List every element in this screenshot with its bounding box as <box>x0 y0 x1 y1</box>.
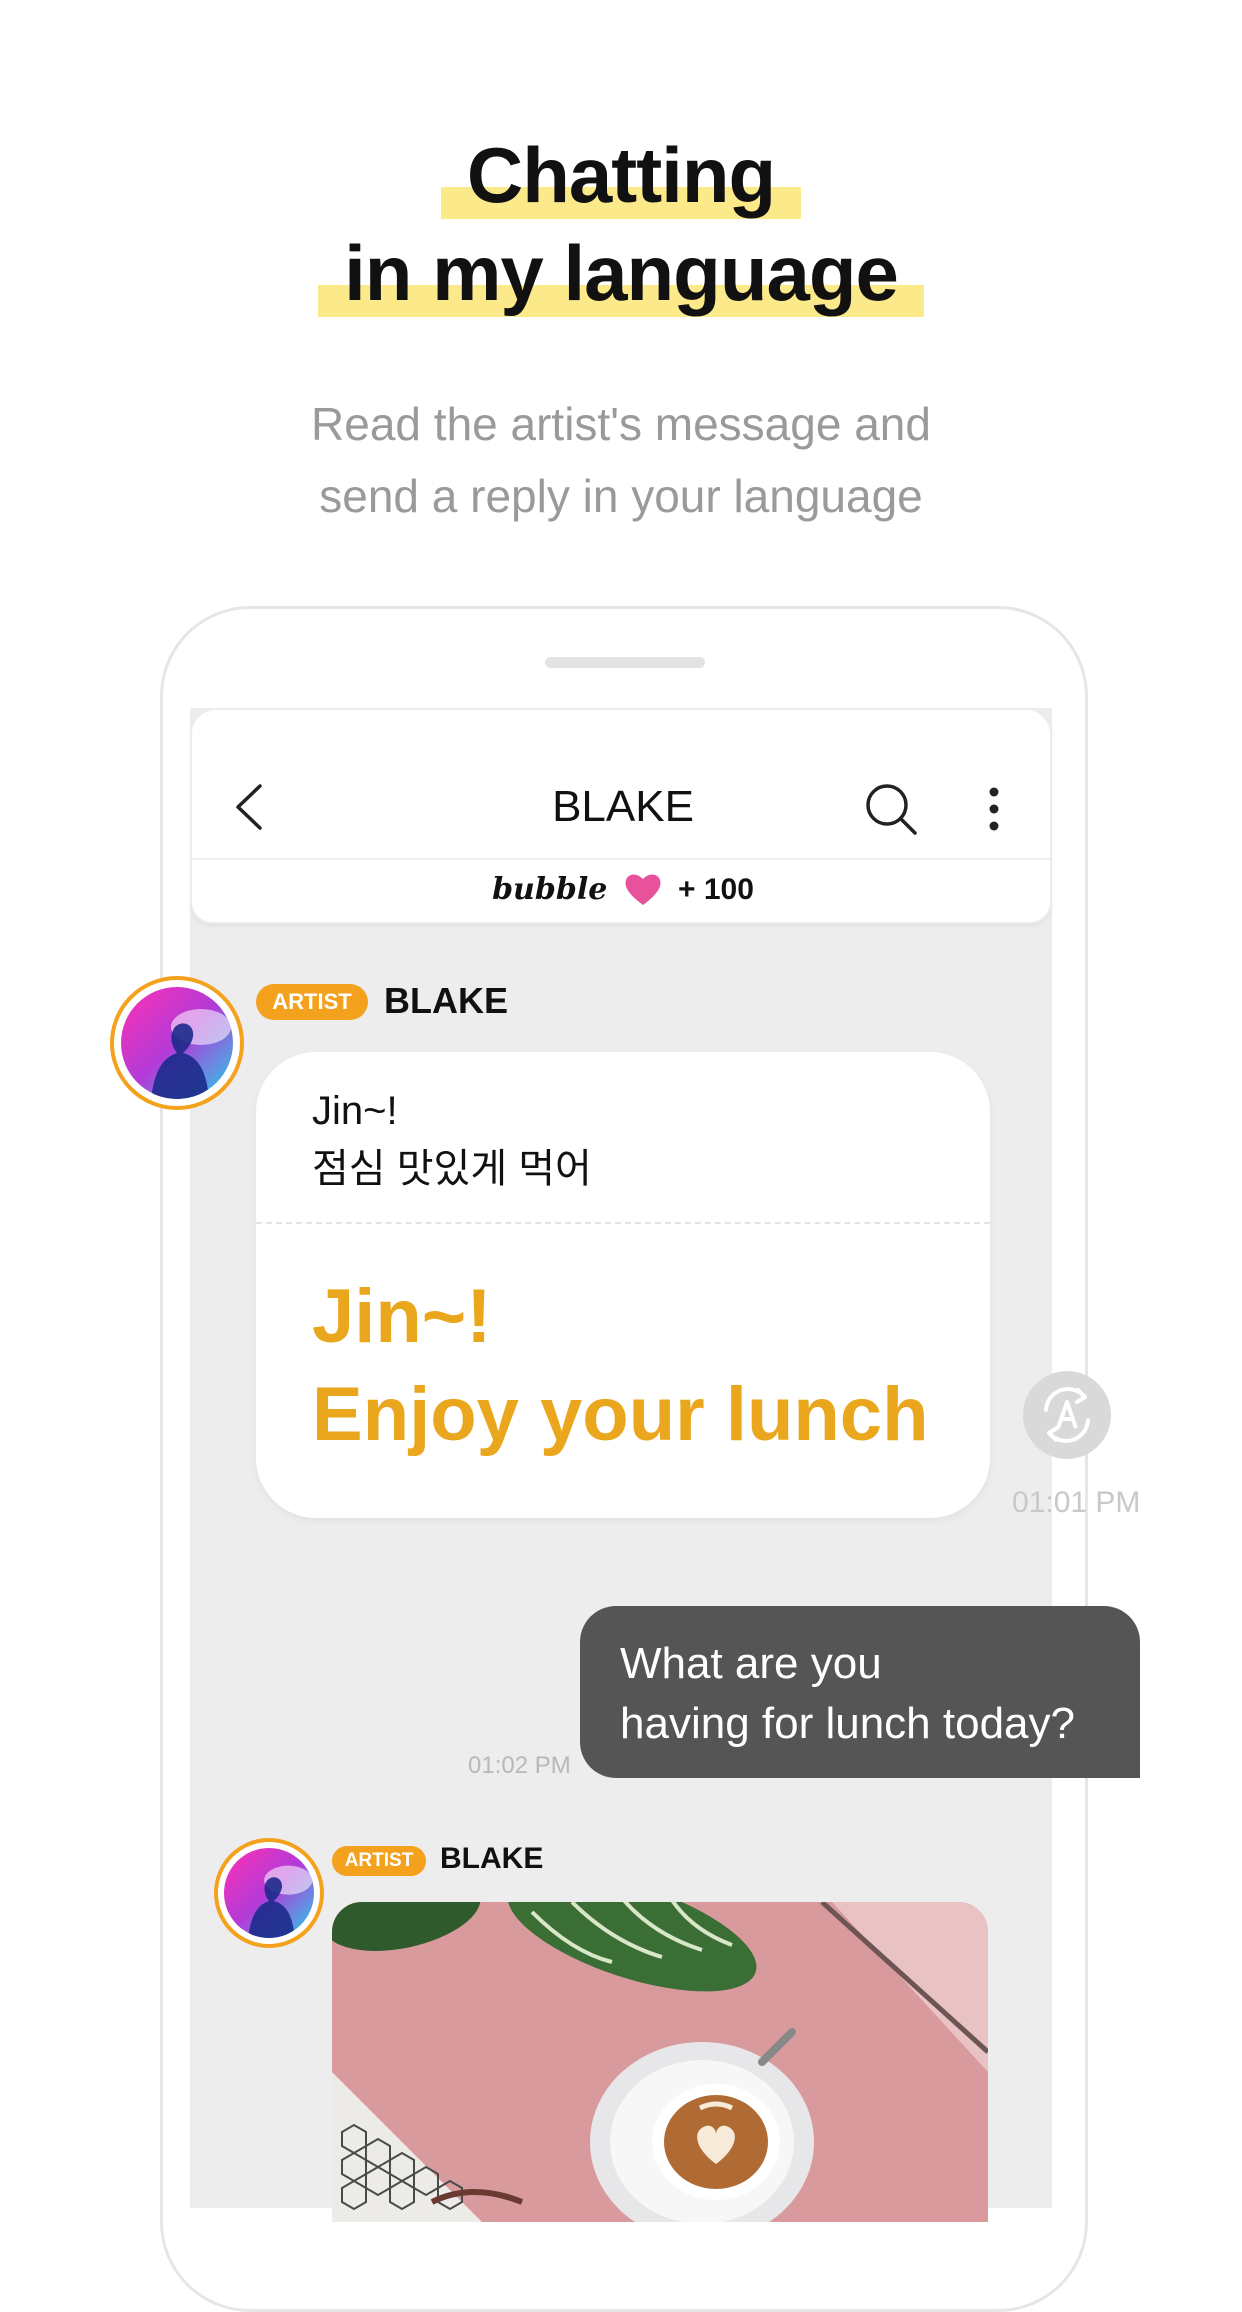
header-divider <box>192 858 1050 860</box>
message-time: 01:01 PM <box>1012 1486 1141 1519</box>
message-bubble[interactable]: Jin~! 점심 맛있게 먹어 Jin~! Enjoy your lunch <box>256 1052 990 1518</box>
artist-avatar[interactable] <box>110 976 244 1110</box>
artist-badge: ARTIST <box>256 984 368 1020</box>
original-line-1: Jin~! <box>312 1089 398 1133</box>
headline-line-1: Chatting <box>0 130 1242 221</box>
phone-speaker <box>545 657 705 668</box>
artist-name: BLAKE <box>384 980 508 1021</box>
original-line-2: 점심 맛있게 먹어 <box>312 1147 592 1191</box>
translated-line-2: Enjoy your lunch <box>312 1372 929 1457</box>
reply-line-2: having for lunch today? <box>620 1699 1075 1748</box>
chat-title: BLAKE <box>552 782 694 831</box>
heart-icon <box>625 874 661 905</box>
more-vertical-icon[interactable] <box>988 786 1000 832</box>
reply-bubble[interactable]: What are you having for lunch today? <box>580 1606 1140 1778</box>
artist-avatar-2[interactable] <box>214 1838 324 1948</box>
shared-photo[interactable] <box>332 1902 988 2222</box>
translation-divider <box>256 1222 990 1224</box>
subtitle-line-2: send a reply in your language <box>319 470 923 522</box>
chat-header: BLAKE bubble + 100 <box>190 708 1052 924</box>
artist-name-2: BLAKE <box>440 1842 544 1875</box>
bubble-points-bar[interactable]: bubble + 100 <box>192 872 1054 907</box>
artist-photo-2 <box>224 1848 314 1938</box>
artist-photo <box>121 987 233 1099</box>
search-icon[interactable] <box>864 782 918 836</box>
translate-icon[interactable] <box>1022 1370 1112 1460</box>
bubble-logo: bubble <box>492 872 608 907</box>
translated-line-1: Jin~! <box>312 1274 492 1359</box>
headline-line-2: in my language <box>0 228 1242 319</box>
bubble-count: + 100 <box>678 873 754 906</box>
translated-message: Jin~! Enjoy your lunch <box>312 1268 929 1464</box>
original-message: Jin~! 점심 맛있게 먹어 <box>312 1082 592 1198</box>
reply-time: 01:02 PM <box>468 1752 571 1779</box>
reply-line-1: What are you <box>620 1639 882 1688</box>
artist-badge-2: ARTIST <box>332 1846 426 1876</box>
subtitle-line-1: Read the artist's message and <box>311 398 931 450</box>
